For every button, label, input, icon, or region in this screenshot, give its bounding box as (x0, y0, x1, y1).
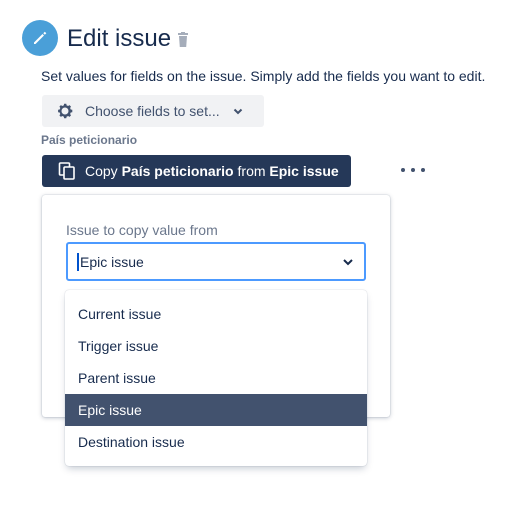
option-current-issue[interactable]: Current issue (65, 298, 367, 330)
text-caret (77, 252, 79, 271)
copy-field-name: País peticionario (121, 163, 234, 179)
trash-icon[interactable] (176, 32, 190, 48)
copy-field-button[interactable]: Copy País peticionario from Epic issue (42, 155, 351, 187)
choose-fields-button[interactable]: Choose fields to set... (42, 95, 264, 127)
option-epic-issue[interactable]: Epic issue (65, 394, 367, 426)
issue-source-select[interactable]: Epic issue (66, 242, 366, 281)
chevron-down-icon[interactable] (342, 256, 354, 268)
copy-middle: from (233, 163, 270, 179)
copy-source: Epic issue (269, 163, 339, 179)
copy-icon (58, 162, 75, 180)
issue-source-value: Epic issue (80, 253, 144, 270)
chevron-down-icon (233, 108, 242, 115)
option-trigger-issue[interactable]: Trigger issue (65, 330, 367, 362)
page-title: Edit issue (67, 25, 172, 52)
gear-icon (58, 103, 73, 119)
field-label: País peticionario (41, 133, 138, 147)
issue-source-dropdown: Current issue Trigger issue Parent issue… (65, 290, 367, 466)
option-parent-issue[interactable]: Parent issue (65, 362, 367, 394)
copy-prefix: Copy (85, 163, 122, 179)
choose-fields-label: Choose fields to set... (85, 103, 220, 119)
more-options-icon[interactable] (401, 162, 425, 178)
option-destination-issue[interactable]: Destination issue (65, 426, 367, 458)
description-text: Set values for fields on the issue. Simp… (41, 68, 486, 84)
issue-source-label: Issue to copy value from (66, 222, 218, 238)
pencil-icon (22, 20, 58, 56)
